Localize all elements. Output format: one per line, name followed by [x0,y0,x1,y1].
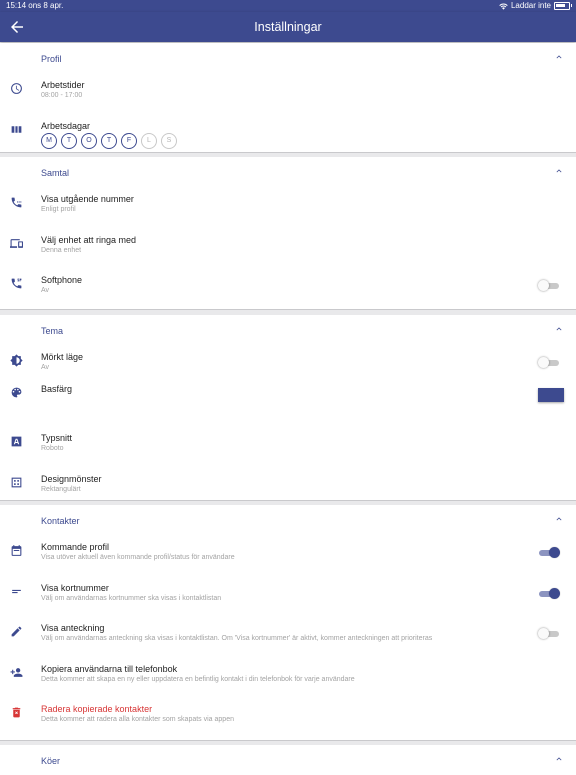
view-week-icon [11,125,22,133]
setting-label: Visa kortnummer [41,582,109,593]
weekday-chip[interactable]: F [121,132,137,149]
setting-label: Visa utgående nummer [41,194,134,204]
note-toggle[interactable] [538,627,560,641]
setting-short-number[interactable]: Visa kortnummer Välj om användarnas kort… [0,576,576,617]
status-time: 15:14 ons 8 apr. [6,1,64,10]
base-color-swatch[interactable] [538,387,564,402]
page-title: Inställningar [254,20,322,34]
section-title: Köer [41,756,61,766]
softphone-icon [11,278,22,289]
weekday-chip[interactable]: T [101,132,117,149]
section-profil: Profil Arbetstider 08:00 - 17:00 Arbetsd… [0,43,576,153]
person-add-icon [10,667,23,677]
section-title: Kontakter [41,516,80,526]
devices-icon [10,238,23,248]
setting-delete-copied[interactable]: Radera kopierade kontakter Detta kommer … [0,697,576,738]
weekday-chip[interactable]: M [41,132,57,149]
delete-icon [12,707,21,718]
upcoming-profile-toggle[interactable] [538,546,560,560]
setting-label: Radera kopierade kontakter [41,704,153,714]
setting-label: Välj enhet att ringa med [41,234,137,245]
weekday-chip[interactable]: L [141,132,157,149]
setting-label: Arbetsdagar [41,120,91,131]
setting-label: Visa anteckning [41,623,105,633]
setting-upcoming-profile[interactable]: Kommande profil Visa utöver aktuell även… [0,535,576,576]
chevron-up-icon[interactable] [554,754,564,764]
section-samtal: Samtal Visa utgående nummer Enligt profi… [0,157,576,310]
section-header-koer[interactable]: Köer [0,745,576,775]
setting-label: Typsnitt [41,433,73,443]
setting-softphone[interactable]: Softphone Av [0,268,576,309]
setting-pattern[interactable]: Designmönster Rektangulärt [0,467,576,508]
setting-value: Detta kommer att radera alla kontakter s… [41,716,234,723]
section-title: Samtal [41,168,70,178]
setting-note[interactable]: Visa anteckning Välj om användarnas ante… [0,616,576,657]
clock-icon [11,83,22,94]
status-right: Laddar inte [499,0,572,12]
setting-value: Välj om användarnas anteckning ska visas… [41,635,433,642]
setting-label: Arbetstider [41,80,85,90]
section-header-kontakter[interactable]: Kontakter [0,505,576,535]
section-koer: Köer [0,745,576,775]
setting-dark-mode[interactable]: Mörkt läge Av [0,345,576,386]
app-bar: Inställningar [0,12,576,42]
palette-icon [11,387,22,397]
setting-working-hours[interactable]: Arbetstider 08:00 - 17:00 [0,73,576,114]
setting-value: Roboto [41,445,64,452]
chevron-up-icon[interactable] [554,324,564,334]
setting-value: Visa utöver aktuell även kommande profil… [41,554,235,561]
pencil-icon [11,626,22,637]
section-header-samtal[interactable]: Samtal [0,157,576,187]
setting-value: Detta kommer att skapa en ny eller uppda… [41,675,355,683]
setting-label: Kopiera användarna till telefonbok [41,663,178,674]
battery-icon [554,2,572,10]
calendar-icon [11,545,22,556]
setting-label: Softphone [41,275,83,285]
weekday-chip[interactable]: T [61,132,77,149]
wifi-icon [499,3,508,10]
chevron-up-icon[interactable] [554,52,564,62]
setting-label: Basfärg [41,383,73,394]
weekday-chip[interactable]: O [81,132,97,149]
section-header-tema[interactable]: Tema [0,315,576,345]
phone-dialpad-icon [11,197,22,208]
setting-value: Av [41,287,50,294]
setting-value: Denna enhet [41,246,82,254]
setting-label: Mörkt läge [41,352,84,362]
section-tema: Tema Mörkt läge Av Basfärg Typsnitt Robo… [0,315,576,501]
setting-value: 08:00 - 17:00 [41,92,83,99]
setting-value: Enligt profil [41,206,76,213]
setting-value: Av [41,364,50,371]
setting-call-device[interactable]: Välj enhet att ringa med Denna enhet [0,228,576,269]
setting-value: Välj om användarnas kortnummer ska visas… [41,594,222,602]
setting-outgoing-number[interactable]: Visa utgående nummer Enligt profil [0,187,576,228]
brightness-icon [10,354,23,367]
setting-base-color[interactable]: Basfärg [0,383,576,427]
battery-label: Laddar inte [510,1,551,10]
section-header-profil[interactable]: Profil [0,43,576,73]
setting-label: Kommande profil [41,542,110,552]
section-title: Profil [41,54,62,64]
status-bar: 15:14 ons 8 apr. Laddar inte [0,0,576,12]
font-icon [11,436,22,447]
dark-mode-toggle[interactable] [538,356,560,370]
weekday-chip[interactable]: S [161,132,177,149]
short-number-toggle[interactable] [538,587,560,601]
weekday-selector: MTOTFLS [41,132,177,149]
section-kontakter: Kontakter Kommande profil Visa utöver ak… [0,505,576,741]
softphone-toggle[interactable] [538,279,560,293]
setting-working-days: Arbetsdagar MTOTFLS [0,114,576,155]
chevron-up-icon[interactable] [554,166,564,176]
setting-label: Designmönster [41,473,102,484]
pattern-icon [11,477,22,487]
section-title: Tema [41,326,64,336]
short-text-icon [12,589,21,593]
setting-value: Rektangulärt [41,485,81,493]
setting-font[interactable]: Typsnitt Roboto [0,426,576,467]
chevron-up-icon[interactable] [554,514,564,524]
setting-copy-users[interactable]: Kopiera användarna till telefonbok Detta… [0,657,576,698]
